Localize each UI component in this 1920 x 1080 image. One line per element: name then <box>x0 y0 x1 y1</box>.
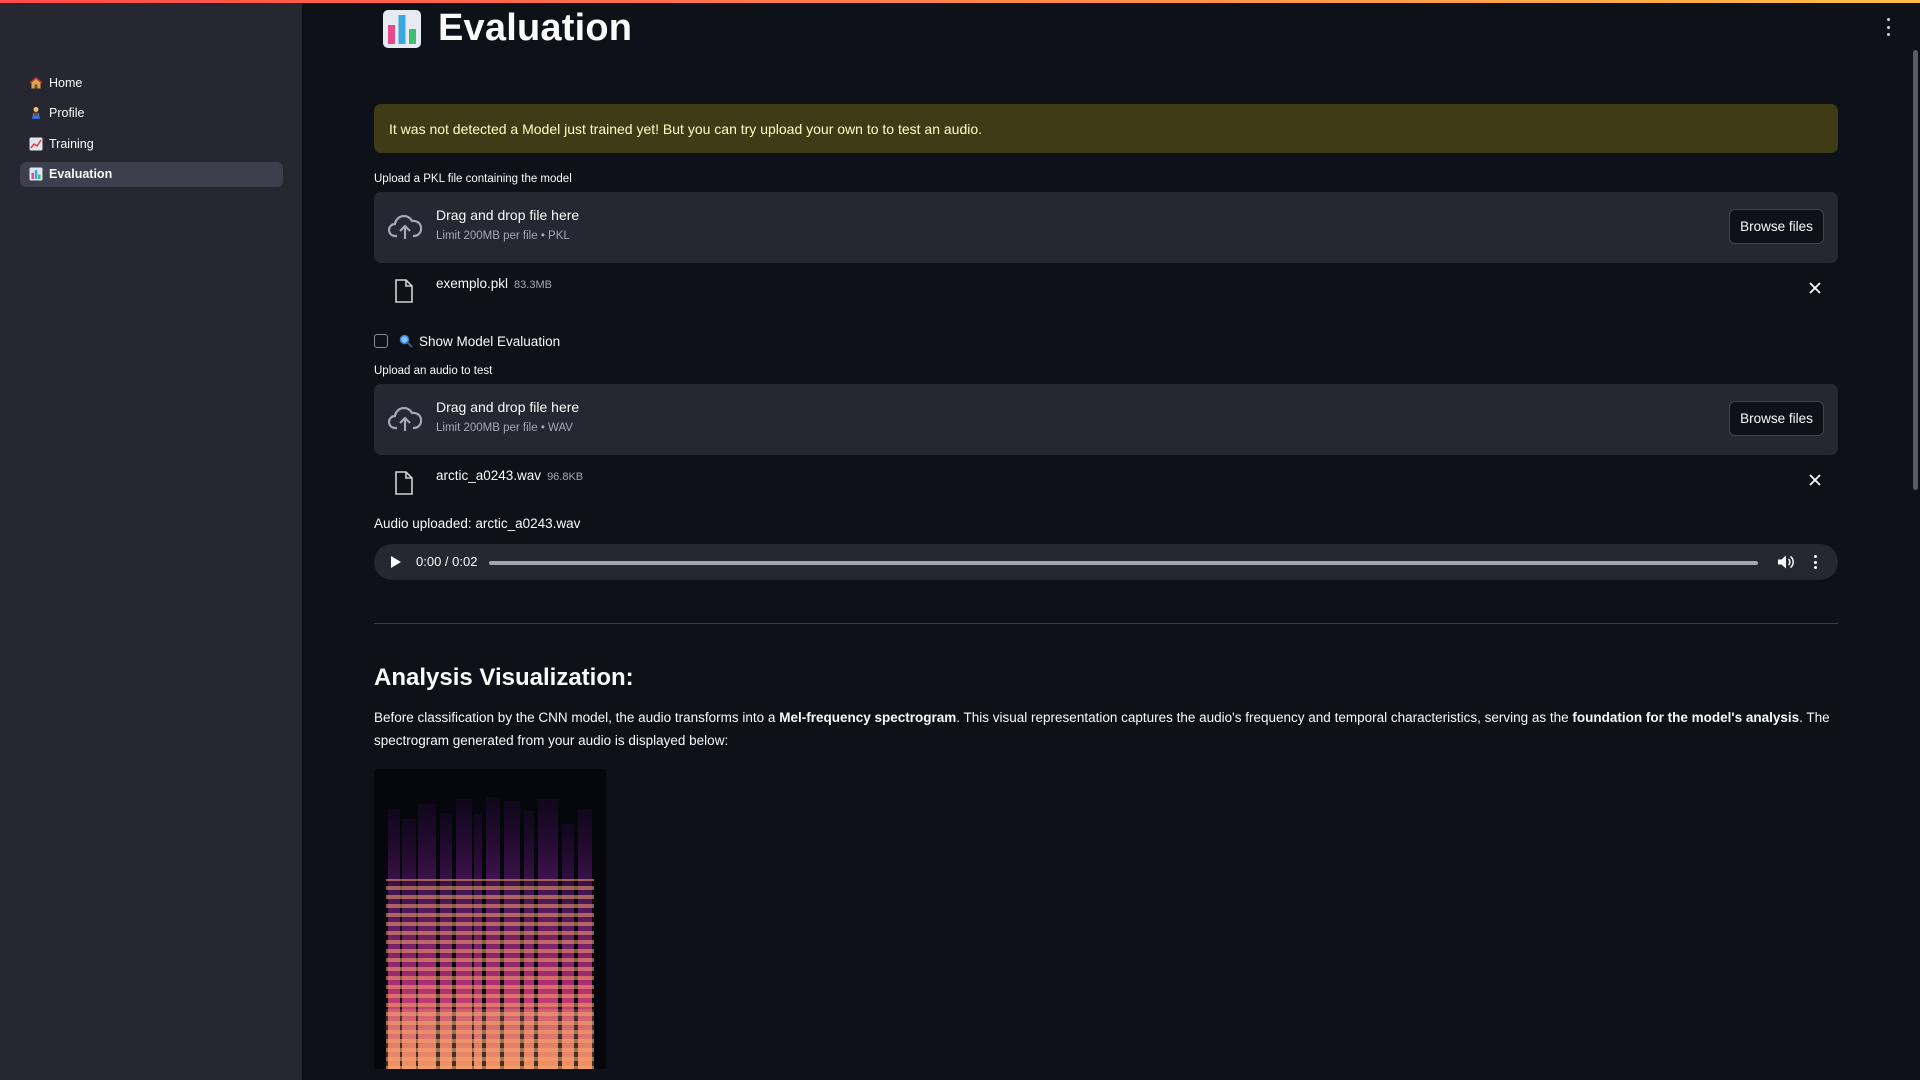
sidebar-item-label: Profile <box>49 106 85 120</box>
cloud-upload-icon <box>387 404 423 434</box>
dropzone-title: Drag and drop file here <box>436 399 580 415</box>
file-name-text: arctic_a0243.wav <box>436 468 542 483</box>
sidebar-nav: Home Profile Training Evaluation <box>20 70 283 192</box>
volume-icon[interactable] <box>1777 554 1794 570</box>
sidebar-item-label: Evaluation <box>49 167 113 181</box>
play-icon[interactable] <box>390 555 402 569</box>
dropzone-instructions: Drag and drop file here Limit 200MB per … <box>436 399 579 434</box>
scrollbar[interactable] <box>1910 0 1920 1080</box>
content-column: It was not detected a Model just trained… <box>374 104 1838 1069</box>
main-content: Evaluation It was not detected a Model j… <box>302 0 1920 1080</box>
audio-upload-label: Upload an audio to test <box>374 365 493 377</box>
sidebar-item-evaluation[interactable]: Evaluation <box>20 161 283 187</box>
model-upload-label: Upload a PKL file containing the model <box>374 173 572 185</box>
analysis-title: Analysis Visualization: <box>374 664 634 691</box>
kebab-dot <box>1813 566 1817 569</box>
file-name: arctic_a0243.wav 96.8KB <box>436 468 583 483</box>
uploaded-file-row: arctic_a0243.wav 96.8KB <box>374 457 1838 507</box>
sidebar-item-profile[interactable]: Profile <box>20 101 283 126</box>
audio-uploaded-status: Audio uploaded: arctic_a0243.wav <box>374 516 581 531</box>
audio-player: 0:00 / 0:02 <box>374 544 1838 580</box>
uploaded-file-row: exemplo.pkl 83.3MB <box>374 265 1838 315</box>
kebab-dot <box>1813 560 1817 564</box>
show-evaluation-checkbox[interactable] <box>374 334 388 348</box>
spectrogram-graphic <box>374 769 606 1069</box>
person-icon <box>29 106 43 120</box>
file-size: 96.8KB <box>547 471 584 483</box>
kebab-dot <box>1886 18 1890 21</box>
page-title: Evaluation <box>438 7 633 49</box>
mel-spectrogram-image <box>374 769 606 1069</box>
sidebar-item-label: Training <box>49 136 94 151</box>
show-evaluation-label: Show Model Evaluation <box>419 333 561 349</box>
browse-files-button[interactable]: Browse files <box>1729 401 1824 436</box>
audio-dropzone[interactable]: Drag and drop file here Limit 200MB per … <box>374 384 1838 455</box>
app-menu-button[interactable] <box>1880 18 1896 36</box>
chart-up-icon <box>29 137 43 151</box>
scrollbar-thumb[interactable] <box>1913 50 1918 490</box>
bar-chart-icon <box>29 167 43 181</box>
sidebar: Home Profile Training Evaluation <box>0 0 302 1080</box>
kebab-dot <box>1813 555 1817 558</box>
audio-progress-slider[interactable] <box>489 561 1758 565</box>
bar-chart-icon <box>382 9 422 49</box>
analysis-bold-text: foundation for the model's analysis <box>1572 710 1800 725</box>
dropzone-instructions: Drag and drop file here Limit 200MB per … <box>436 207 579 242</box>
analysis-description: Before classification by the CNN model, … <box>374 706 1838 752</box>
remove-file-close-icon[interactable] <box>1806 279 1824 297</box>
dropzone-limit: Limit 200MB per file • WAV <box>436 422 573 434</box>
analysis-text: Before classification by the CNN model, … <box>374 710 780 725</box>
file-icon <box>394 279 414 303</box>
sidebar-item-label: Home <box>49 75 83 90</box>
sidebar-item-home[interactable]: Home <box>20 70 283 95</box>
top-accent-bar <box>0 0 1920 3</box>
audio-time: 0:00 / 0:02 <box>416 554 478 569</box>
show-evaluation-checkbox-row[interactable]: Show Model Evaluation <box>374 329 1838 353</box>
analysis-text: . This visual representation captures th… <box>956 710 1573 725</box>
file-size: 83.3MB <box>514 279 552 291</box>
warning-alert: It was not detected a Model just trained… <box>374 104 1838 153</box>
section-divider <box>374 623 1838 624</box>
magnifier-icon <box>399 334 413 348</box>
house-icon <box>29 76 43 90</box>
kebab-dot <box>1886 33 1890 36</box>
analysis-bold-text: Mel-frequency spectrogram <box>779 710 957 725</box>
remove-file-close-icon[interactable] <box>1806 471 1824 489</box>
dropzone-title: Drag and drop file here <box>436 207 580 223</box>
cloud-upload-icon <box>387 212 423 242</box>
audio-options-button[interactable] <box>1812 555 1818 569</box>
model-dropzone[interactable]: Drag and drop file here Limit 200MB per … <box>374 192 1838 263</box>
kebab-dot <box>1886 25 1890 29</box>
file-icon <box>394 471 414 495</box>
browse-files-button[interactable]: Browse files <box>1729 209 1824 244</box>
dropzone-limit: Limit 200MB per file • PKL <box>436 230 570 242</box>
page-header: Evaluation <box>382 7 632 50</box>
file-name: exemplo.pkl 83.3MB <box>436 276 552 291</box>
sidebar-item-training[interactable]: Training <box>20 131 283 156</box>
file-name-text: exemplo.pkl <box>436 276 509 291</box>
warning-text: It was not detected a Model just trained… <box>389 120 983 137</box>
